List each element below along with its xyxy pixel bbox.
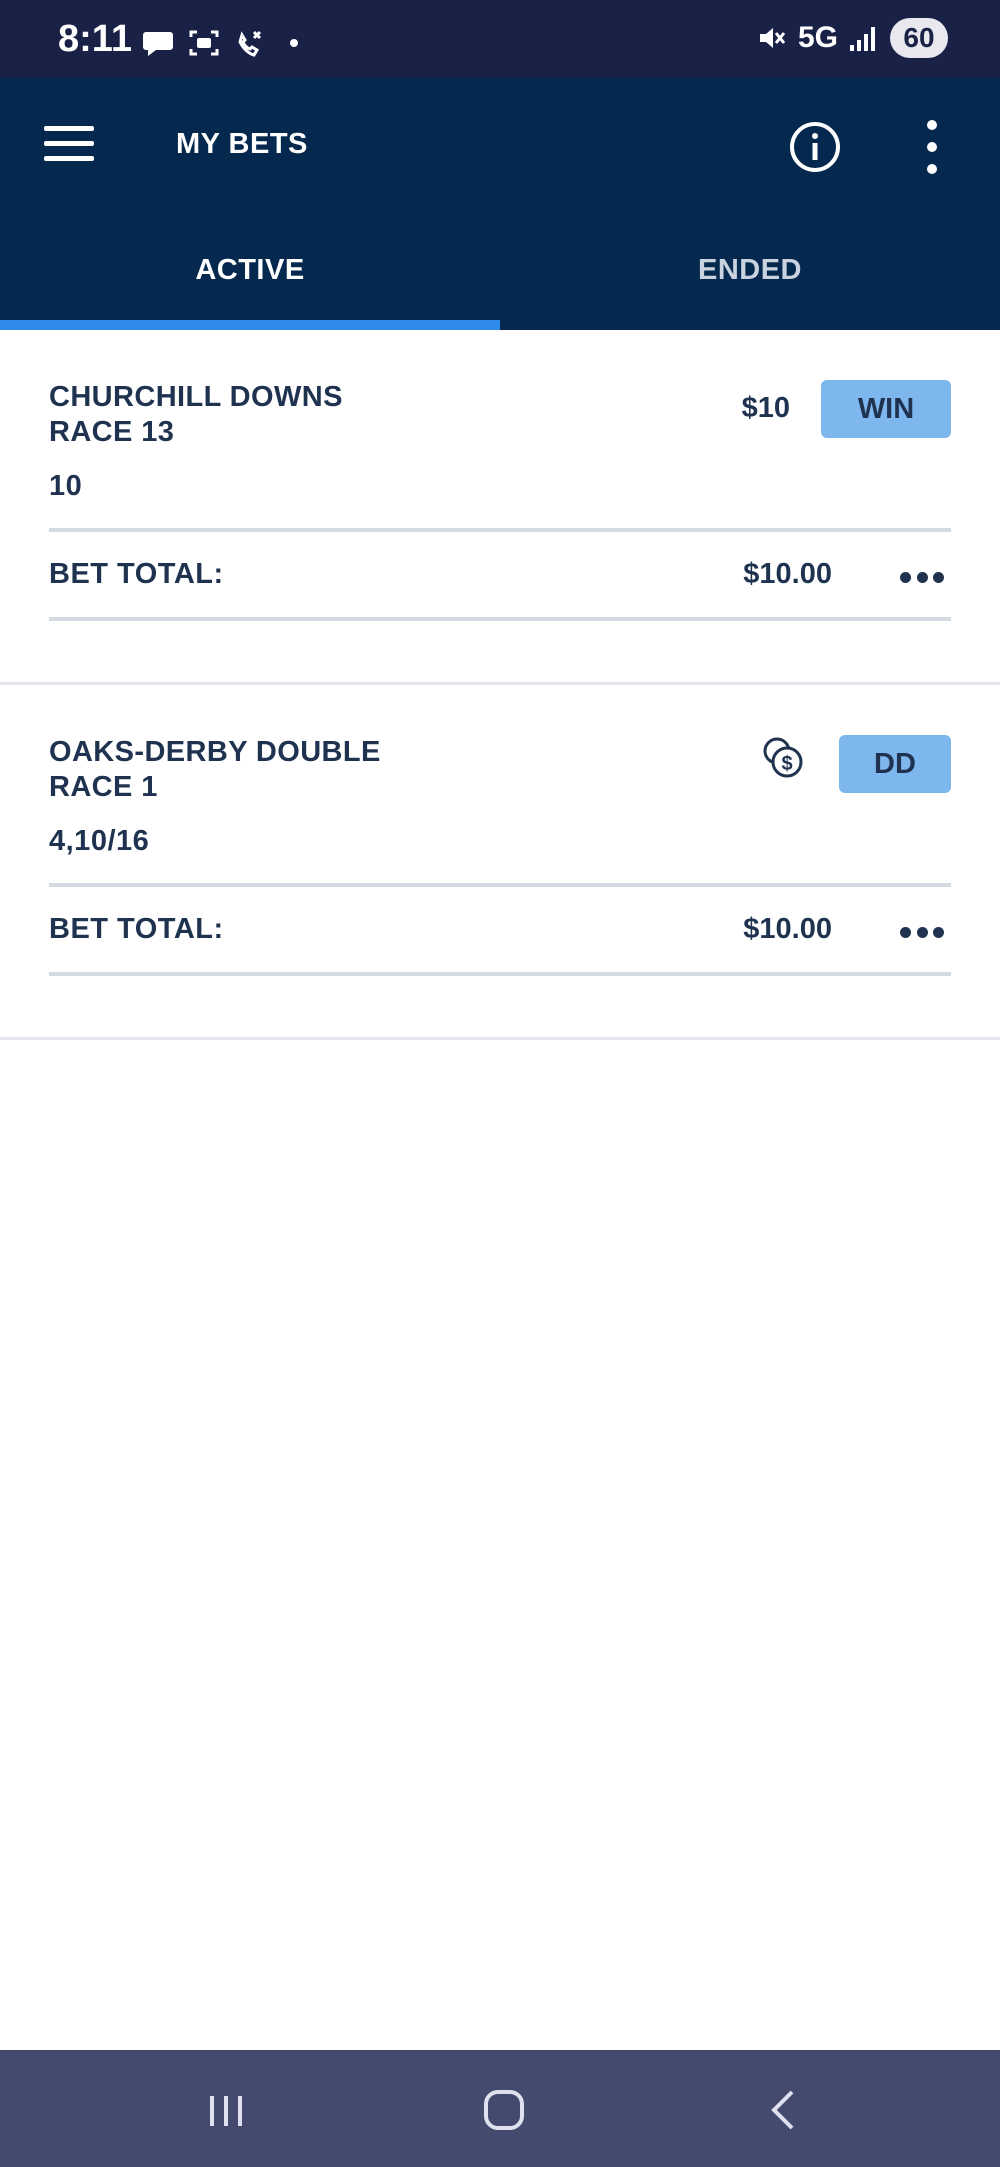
track-name: CHURCHILL DOWNS	[49, 381, 343, 413]
bet-total-label: BET TOTAL:	[49, 558, 224, 590]
bet-race-info: CHURCHILL DOWNS RACE 13	[49, 380, 343, 450]
tab-indicator	[0, 320, 500, 330]
network-type: 5G	[797, 21, 838, 54]
race-number: RACE 1	[49, 771, 158, 803]
page-title: MY BETS	[176, 128, 308, 160]
bet-selections: 10	[49, 470, 83, 502]
status-system-icons: 5G 60	[756, 18, 948, 58]
bet-total-label: BET TOTAL:	[49, 913, 224, 945]
tab-active[interactable]: ACTIVE	[0, 218, 500, 330]
phone-call-icon	[238, 30, 262, 57]
tab-ended[interactable]: ENDED	[500, 218, 1000, 330]
more-horizontal-icon[interactable]	[900, 925, 944, 939]
bet-type-badge: WIN	[821, 380, 951, 438]
info-icon[interactable]	[788, 120, 842, 174]
recent-apps-icon[interactable]	[196, 2086, 256, 2134]
tab-label: ENDED	[697, 254, 802, 286]
bet-card[interactable]: OAKS-DERBY DOUBLE RACE 1 4,10/16 $ DD BE…	[0, 685, 1000, 1040]
mute-icon	[759, 28, 786, 48]
bet-selections: 4,10/16	[49, 825, 150, 857]
more-horizontal-icon[interactable]	[900, 570, 944, 584]
status-notification-icons	[142, 28, 298, 58]
back-icon[interactable]	[754, 2086, 814, 2134]
svg-text:$: $	[781, 753, 792, 775]
screenshot-icon	[189, 30, 219, 56]
more-vertical-icon[interactable]	[920, 120, 944, 174]
divider	[49, 883, 951, 887]
status-time: 8:11	[58, 18, 132, 60]
status-bar: 8:11 5G 60	[0, 0, 1000, 78]
signal-icon	[850, 27, 875, 51]
bet-card[interactable]: CHURCHILL DOWNS RACE 13 10 $10 WIN BET T…	[0, 330, 1000, 685]
bet-total-value: $10.00	[743, 558, 832, 590]
notification-dot	[290, 39, 298, 47]
system-nav-bar	[0, 2050, 1000, 2167]
battery-indicator: 60	[890, 18, 948, 58]
home-icon[interactable]	[474, 2086, 534, 2134]
divider	[49, 617, 951, 621]
hamburger-menu-icon[interactable]	[44, 126, 94, 166]
divider	[49, 972, 951, 976]
bet-amount: $10	[741, 392, 790, 424]
track-name: OAKS-DERBY DOUBLE	[49, 736, 381, 768]
race-number: RACE 13	[49, 416, 175, 448]
bet-type-badge: DD	[839, 735, 951, 793]
chat-bubble-icon	[143, 32, 173, 56]
bet-race-info: OAKS-DERBY DOUBLE RACE 1	[49, 735, 381, 805]
tab-label: ACTIVE	[195, 254, 305, 286]
bet-total-value: $10.00	[743, 913, 832, 945]
app-header: MY BETS	[0, 78, 1000, 218]
bet-status-tabs: ACTIVE ENDED	[0, 218, 1000, 330]
coins-dollar-icon: $	[763, 737, 803, 778]
divider	[49, 528, 951, 532]
